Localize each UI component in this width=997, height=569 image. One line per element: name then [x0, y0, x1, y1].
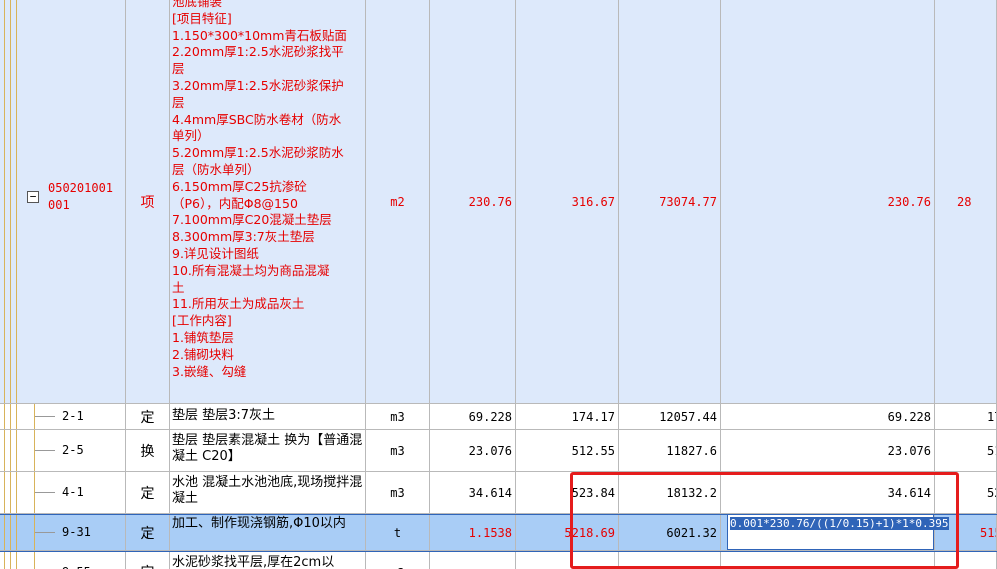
table-row[interactable]: − 050201001 001 项 池底铺装 [项目特征] 1.150*300*… [0, 0, 997, 404]
table-row[interactable]: 4-1 定 水池 混凝土水池池底,现场搅拌混凝土 m3 34.614 523.8… [0, 472, 997, 514]
item-type: 定 [126, 552, 170, 569]
item-total: 11827.6 [619, 430, 721, 472]
item-description[interactable]: 水池 混凝土水池池底,现场搅拌混凝土 [170, 472, 366, 514]
item-code: 050201001 001 [48, 181, 114, 212]
item-formula[interactable] [721, 552, 935, 569]
item-code: 9-31 [62, 525, 91, 539]
item-extra: 17 [935, 404, 997, 430]
item-extra: 28 [935, 0, 997, 404]
item-formula[interactable]: 23.076 [721, 430, 935, 472]
item-quantity[interactable]: 34.614 [430, 472, 516, 514]
item-description[interactable]: 池底铺装 [项目特征] 1.150*300*10mm青石板贴面 2.20mm厚1… [170, 0, 366, 404]
item-unit: m3 [366, 472, 430, 514]
table-row[interactable]: 2-5 换 垫层 垫层素混凝土 换为【普通混凝土 C20】 m3 23.076 … [0, 430, 997, 472]
item-description[interactable]: 水泥砂浆找平层,厚在2cm以 [170, 552, 366, 569]
item-total: 12057.44 [619, 404, 721, 430]
item-code: 9-55 [62, 565, 91, 569]
item-code: 2-5 [62, 443, 84, 457]
item-code: 4-1 [62, 485, 84, 499]
item-unit-price: 512.55 [516, 430, 619, 472]
item-unit-price: 174.17 [516, 404, 619, 430]
collapse-icon[interactable]: − [27, 191, 39, 203]
item-description[interactable]: 加工、制作现浇钢筋,Φ10以内 [170, 515, 366, 551]
item-description[interactable]: 垫层 垫层素混凝土 换为【普通混凝土 C20】 [170, 430, 366, 472]
item-total: 18132.2 [619, 472, 721, 514]
quantity-grid: − 050201001 001 项 池底铺装 [项目特征] 1.150*300*… [0, 0, 997, 569]
item-type: 项 [126, 0, 170, 404]
item-formula[interactable]: 230.76 [721, 0, 935, 404]
item-type: 定 [126, 404, 170, 430]
item-total: 73074.77 [619, 0, 721, 404]
formula-edit-field[interactable]: 0.001*230.76/((1/0.15)+1)*1*0.395 [727, 514, 949, 550]
item-type: 换 [126, 430, 170, 472]
item-unit: m2 [366, 552, 430, 569]
item-unit-price: 5218.69 [516, 515, 619, 551]
item-quantity[interactable]: 230.76 [430, 0, 516, 404]
formula-selected-text: 0.001*230.76/((1/0.15)+1)*1*0.395 [730, 517, 949, 530]
item-quantity[interactable]: 23.076 [430, 430, 516, 472]
item-code: 2-1 [62, 409, 84, 423]
item-quantity[interactable] [430, 552, 516, 569]
item-type: 定 [126, 515, 170, 551]
item-formula[interactable]: 34.614 [721, 472, 935, 514]
item-formula[interactable]: 69.228 [721, 404, 935, 430]
item-unit: m3 [366, 430, 430, 472]
item-unit-price: 523.84 [516, 472, 619, 514]
item-total: 6021.32 [619, 515, 721, 551]
item-extra: 52 [935, 472, 997, 514]
item-quantity[interactable]: 69.228 [430, 404, 516, 430]
item-type: 定 [126, 472, 170, 514]
table-row[interactable]: 2-1 定 垫层 垫层3:7灰土 m3 69.228 174.17 12057.… [0, 404, 997, 430]
item-description[interactable]: 垫层 垫层3:7灰土 [170, 404, 366, 430]
item-unit-price [516, 552, 619, 569]
item-unit: t [366, 515, 430, 551]
item-quantity[interactable]: 1.1538 [430, 515, 516, 551]
item-unit: m2 [366, 0, 430, 404]
item-unit-price: 316.67 [516, 0, 619, 404]
item-total [619, 552, 721, 569]
table-row[interactable]: 9-55 定 水泥砂浆找平层,厚在2cm以 m2 [0, 552, 997, 569]
item-extra: 51 [935, 430, 997, 472]
item-unit: m3 [366, 404, 430, 430]
item-extra [935, 552, 997, 569]
